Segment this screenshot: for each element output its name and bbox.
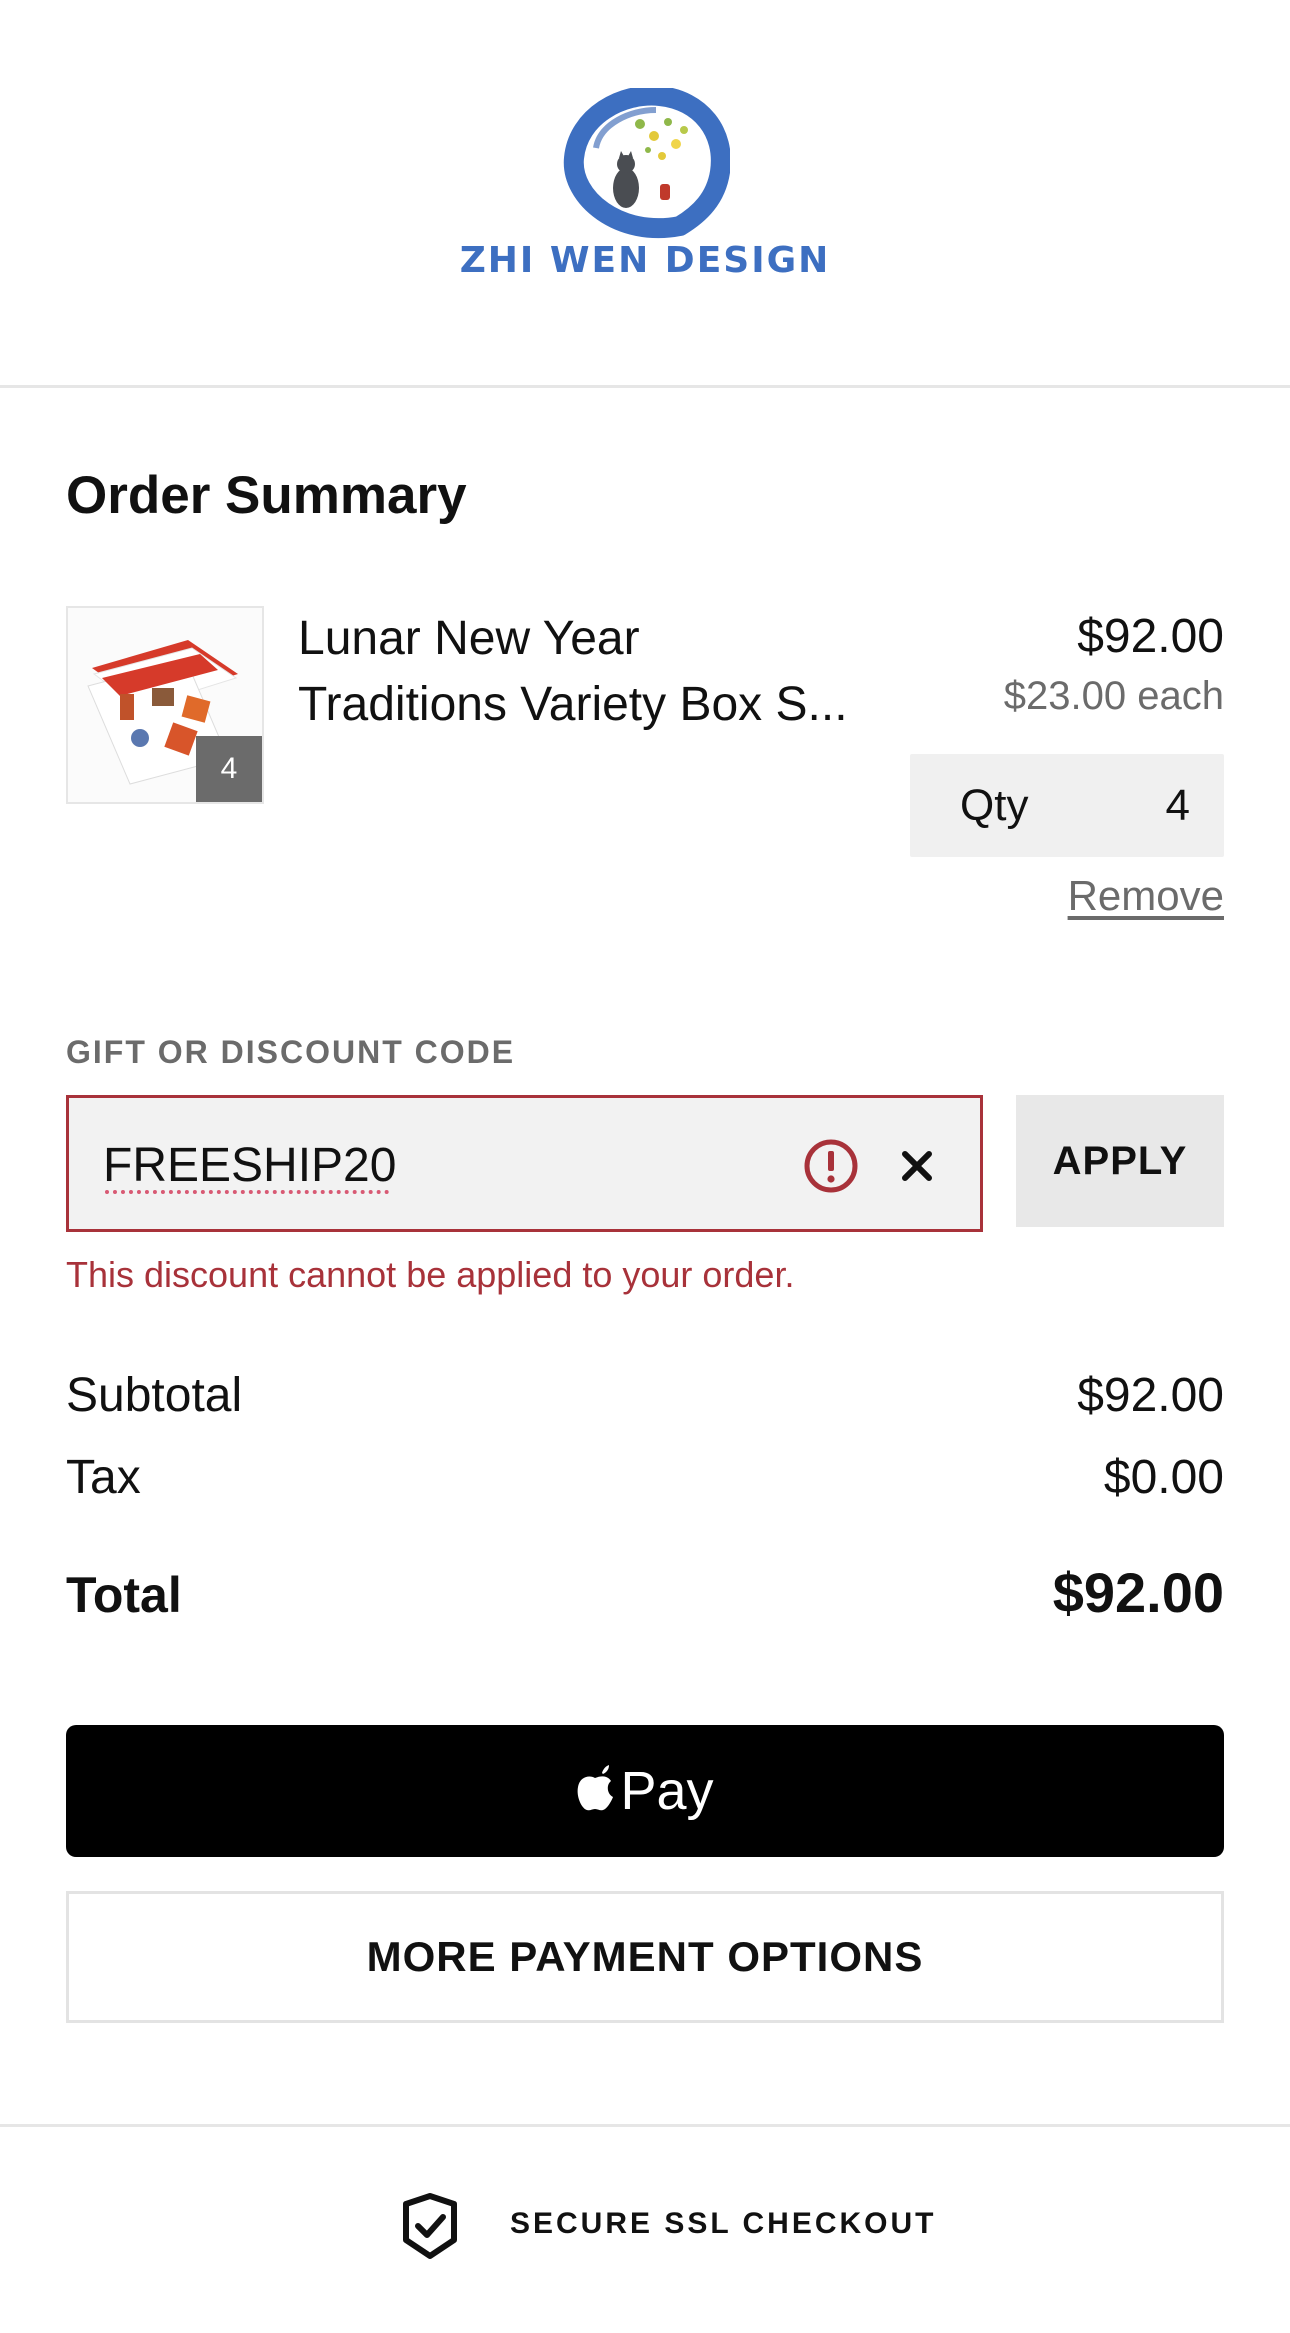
- remove-item-link[interactable]: Remove: [1068, 872, 1224, 920]
- spellcheck-underline: [105, 1190, 389, 1194]
- thumbnail-qty-badge: 4: [196, 736, 262, 802]
- more-payment-options-button[interactable]: MORE PAYMENT OPTIONS: [66, 1891, 1224, 2023]
- apple-pay-label: Pay: [620, 1761, 714, 1821]
- qty-value[interactable]: 4: [1166, 754, 1190, 857]
- clear-input-icon[interactable]: [895, 1144, 939, 1188]
- item-name: Lunar New Year Traditions Variety Box S.…: [298, 606, 878, 738]
- secure-checkout-label: SECURE SSL CHECKOUT: [510, 2207, 937, 2240]
- order-summary-title: Order Summary: [66, 466, 467, 525]
- brand-name: ZHI WEN DESIGN: [459, 240, 831, 281]
- tax-label: Tax: [66, 1451, 141, 1504]
- discount-code-field[interactable]: [66, 1095, 983, 1232]
- site-header: ZHI WEN DESIGN: [0, 0, 1290, 388]
- footer-divider: [0, 2124, 1290, 2127]
- discount-error-message: This discount cannot be applied to your …: [66, 1254, 795, 1295]
- subtotal-label: Subtotal: [66, 1369, 243, 1422]
- tax-value: $0.00: [1103, 1451, 1224, 1504]
- quantity-selector[interactable]: Qty 4: [910, 754, 1224, 857]
- discount-code-label: GIFT OR DISCOUNT CODE: [66, 1034, 516, 1070]
- total-label: Total: [66, 1567, 182, 1623]
- qty-label: Qty: [960, 781, 1029, 830]
- apple-pay-button[interactable]: Pay: [66, 1725, 1224, 1857]
- discount-code-input[interactable]: [103, 1132, 663, 1198]
- error-alert-icon: [804, 1139, 858, 1193]
- item-name-line1: Lunar New Year: [298, 612, 640, 665]
- apply-discount-button[interactable]: APPLY: [1016, 1095, 1224, 1227]
- zen-circle-cat-logo[interactable]: [560, 88, 730, 240]
- apple-logo-icon: [578, 1765, 614, 1811]
- item-unit-price: $23.00 each: [1003, 674, 1224, 718]
- shield-check-icon: [403, 2193, 457, 2259]
- total-value: $92.00: [1052, 1561, 1224, 1624]
- subtotal-value: $92.00: [1077, 1369, 1224, 1422]
- apple-pay-content: Pay: [576, 1760, 714, 1822]
- product-thumbnail[interactable]: 4: [66, 606, 264, 804]
- item-name-line2: Traditions Variety Box S...: [298, 678, 848, 731]
- item-price: $92.00: [1077, 610, 1224, 663]
